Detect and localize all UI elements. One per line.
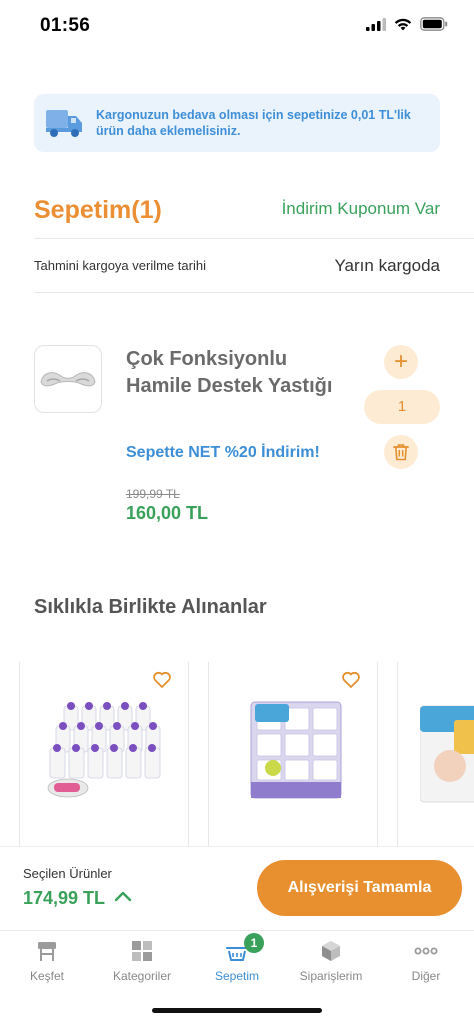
free-shipping-message: Kargonuzun bedava olması için sepetinize… — [96, 108, 411, 138]
discover-icon — [38, 942, 56, 961]
selected-items-total: 174,99 TL — [23, 888, 106, 908]
discount-coupon-link[interactable]: İndirim Kuponum Var — [282, 199, 440, 219]
shipping-date-label: Tahmini kargoya verilme tarihi — [34, 258, 206, 273]
trash-icon — [393, 444, 409, 461]
tab-categories[interactable]: Kategoriler — [95, 931, 189, 991]
status-bar: 01:56 — [0, 0, 474, 54]
tab-label: Diğer — [411, 969, 441, 983]
tab-discover[interactable]: Keşfet — [0, 931, 94, 991]
divider — [34, 292, 474, 293]
product-name[interactable]: Çok Fonksiyonlu Hamile Destek Yastığı — [126, 346, 356, 400]
free-shipping-banner: Kargonuzun bedava olması için sepetinize… — [34, 94, 440, 152]
status-icons — [366, 17, 448, 31]
home-indicator — [152, 1008, 322, 1013]
signal-icon — [366, 17, 386, 31]
battery-icon — [420, 17, 448, 31]
tab-label: Kategoriler — [112, 969, 172, 983]
shipping-date-value: Yarın kargoda — [334, 256, 440, 275]
tab-label: Siparişlerim — [299, 969, 363, 983]
related-product-card[interactable] — [208, 662, 378, 862]
complete-purchase-button[interactable]: Alışverişi Tamamla — [257, 860, 462, 916]
selected-items-label: Seçilen Ürünler — [23, 866, 112, 881]
delivery-truck-icon — [46, 110, 82, 137]
favorite-heart-icon[interactable] — [152, 670, 172, 690]
checkout-bar: Seçilen Ürünler 174,99 TL Alışverişi Tam… — [0, 846, 474, 930]
related-product-card[interactable] — [397, 662, 474, 862]
increase-quantity-button[interactable]: + — [384, 345, 418, 379]
pregnancy-pillow-image — [40, 372, 96, 387]
current-price: 160,00 TL — [126, 503, 209, 523]
status-time: 01:56 — [40, 15, 91, 36]
wifi-icon — [394, 18, 412, 30]
related-product-card[interactable] — [19, 662, 189, 862]
bottle-pack-image — [47, 702, 161, 798]
tab-cart[interactable]: 1 Sepetim — [190, 931, 284, 991]
tab-more[interactable]: Diğer — [379, 931, 473, 991]
discount-note: Sepette NET %20 İndirim! — [126, 444, 320, 461]
frequently-bought-together-title: Sıklıkla Birlikte Alınanlar — [34, 596, 267, 618]
more-icon — [414, 947, 438, 955]
cart-count-badge: 1 — [244, 933, 264, 953]
tab-label: Sepetim — [214, 969, 260, 983]
delete-item-button[interactable] — [384, 435, 418, 469]
diaper-pack-image — [420, 705, 474, 803]
divider — [34, 238, 474, 239]
old-price: 199,99 TL — [126, 487, 180, 501]
chevron-up-icon[interactable] — [114, 890, 132, 902]
product-thumbnail[interactable] — [34, 345, 102, 413]
grid-icon — [132, 941, 152, 961]
tab-orders[interactable]: Siparişlerim — [284, 931, 378, 991]
tab-label: Keşfet — [29, 969, 65, 983]
favorite-heart-icon[interactable] — [341, 670, 361, 690]
cart-title: Sepetim(1) — [34, 196, 162, 224]
box-icon — [322, 941, 340, 961]
quantity-value: 1 — [364, 390, 440, 424]
breast-pad-pack-image — [250, 701, 342, 799]
